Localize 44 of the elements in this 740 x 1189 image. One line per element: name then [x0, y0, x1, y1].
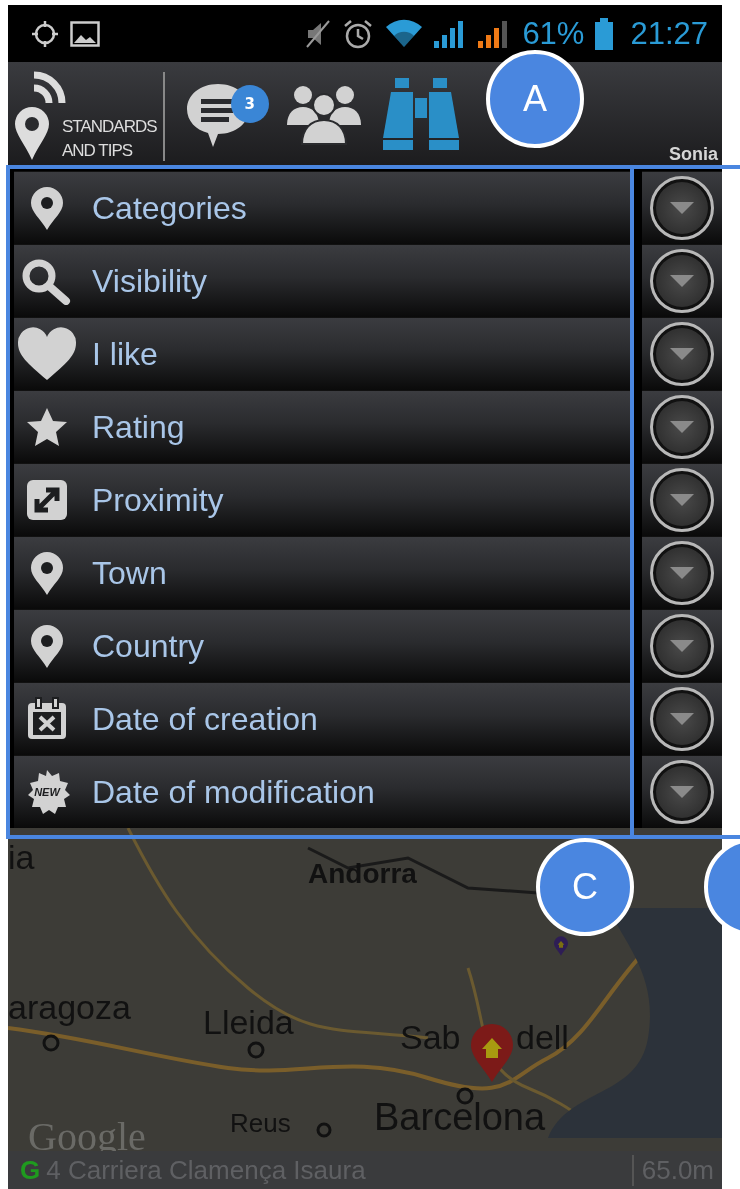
caret-down-icon	[669, 639, 695, 653]
map-pin-icon	[30, 551, 64, 595]
map-marker-icon[interactable]	[470, 1023, 514, 1083]
caret-down-icon	[669, 785, 695, 799]
heart-icon	[17, 327, 77, 381]
star-icon	[26, 407, 68, 447]
filter-row[interactable]: Categories	[14, 171, 632, 244]
caret-down-icon	[669, 347, 695, 361]
logo-text: STANDARDS	[62, 116, 157, 138]
wifi-icon	[384, 18, 425, 49]
caret-down-icon	[669, 712, 695, 726]
resize-arrows-icon	[26, 479, 68, 521]
image-icon	[70, 20, 100, 47]
map-pin-icon	[30, 624, 64, 668]
caret-down-icon	[669, 493, 695, 507]
caret-down-icon	[669, 566, 695, 580]
calendar-delete-icon	[26, 697, 68, 741]
battery-icon	[594, 17, 615, 50]
map-pin-icon	[30, 186, 64, 230]
filter-row[interactable]: Country	[14, 609, 632, 682]
filter-row[interactable]: Rating	[14, 390, 632, 463]
filter-row[interactable]: Visibility	[14, 244, 632, 317]
clock-time: 21:27	[630, 15, 708, 52]
muted-speaker-icon	[304, 18, 333, 49]
logo-text: AND TIPS	[62, 140, 134, 162]
gps-indicator: G	[19, 1154, 42, 1186]
unread-count-badge: 3	[230, 84, 269, 123]
filter-row[interactable]: NEW Date of modification	[14, 755, 632, 828]
filter-row[interactable]: I like	[14, 317, 632, 390]
map-label: Sab	[400, 1018, 461, 1057]
dropdown-button[interactable]	[650, 176, 714, 240]
caret-down-icon	[669, 201, 695, 215]
map-label: dell	[516, 1018, 569, 1057]
filter-row[interactable]: Proximity	[14, 463, 632, 536]
filter-row[interactable]: Town	[14, 536, 632, 609]
caret-down-icon	[669, 274, 695, 288]
dropdown-button[interactable]	[650, 468, 714, 532]
header-tab[interactable]: 3	[180, 74, 269, 153]
user-name: Sonia	[669, 144, 719, 165]
caret-down-icon	[669, 420, 695, 434]
crosshair-icon	[30, 18, 60, 49]
filter-row[interactable]: Date of creation	[14, 682, 632, 755]
battery-percent: 61%	[522, 15, 585, 52]
binoculars-icon	[380, 75, 461, 152]
